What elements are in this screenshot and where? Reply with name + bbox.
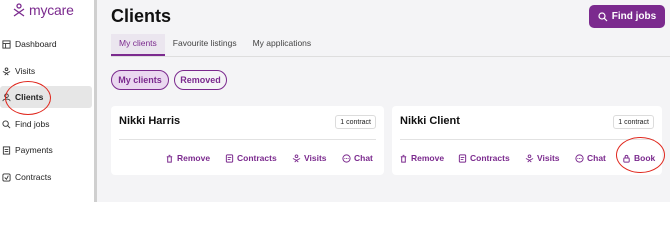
sidebar-item-label: Dashboard	[15, 39, 57, 49]
sidebar-item-visits[interactable]: Visits	[0, 60, 92, 82]
contracts-button[interactable]: Contracts	[225, 151, 277, 165]
visits-label: Visits	[304, 153, 327, 163]
chat-button[interactable]: Chat	[575, 151, 606, 165]
sidebar: mycare Dashboard Visits Clients Find job…	[0, 0, 95, 202]
remove-button[interactable]: Remove	[399, 151, 444, 165]
trash-icon	[400, 154, 407, 163]
sidebar-item-payments[interactable]: Payments	[0, 139, 92, 161]
find-jobs-button[interactable]: Find jobs	[589, 5, 665, 28]
mycare-logo[interactable]: mycare	[12, 2, 74, 18]
visits-icon	[525, 153, 534, 162]
find-jobs-label: Find jobs	[611, 11, 657, 22]
chat-button[interactable]: Chat	[342, 151, 373, 165]
brand-name: mycare	[29, 2, 74, 18]
sidebar-item-contracts[interactable]: Contracts	[0, 166, 92, 188]
chat-label: Chat	[587, 153, 606, 163]
payments-icon	[2, 145, 11, 155]
book-label: Book	[634, 153, 656, 163]
visits-icon	[2, 66, 11, 75]
page-title: Clients	[111, 6, 172, 26]
visits-label: Visits	[537, 153, 560, 163]
client-card: Nikki Client 1 contract Remove Contracts…	[392, 106, 662, 175]
contracts-button[interactable]: Contracts	[458, 151, 510, 165]
sidebar-item-label: Visits	[15, 66, 36, 76]
sidebar-item-dashboard[interactable]: Dashboard	[0, 33, 92, 55]
visits-button[interactable]: Visits	[525, 151, 560, 165]
sidebar-item-clients[interactable]: Clients	[0, 86, 92, 108]
remove-label: Remove	[177, 153, 211, 163]
contract-count-badge: 1 contract	[335, 115, 376, 129]
sidebar-item-label: Find jobs	[15, 119, 50, 129]
tab-bar: My clients Favourite listings My applica…	[111, 34, 319, 56]
sidebar-item-label: Payments	[15, 145, 53, 155]
clients-icon	[2, 92, 11, 101]
tab-my-applications[interactable]: My applications	[245, 34, 320, 56]
contracts-icon	[2, 172, 11, 182]
tabs-divider	[111, 56, 670, 57]
main-content: Clients Find jobs My clients Favourite l…	[97, 0, 670, 202]
lock-icon	[623, 154, 630, 163]
search-icon	[2, 119, 11, 128]
contract-count-badge: 1 contract	[613, 115, 654, 129]
chat-icon	[575, 153, 584, 163]
contract-icon	[458, 153, 467, 163]
sidebar-item-label: Clients	[15, 92, 44, 102]
filter-removed[interactable]: Removed	[174, 70, 227, 90]
visits-icon	[292, 153, 301, 162]
card-divider	[400, 139, 654, 140]
trash-icon	[166, 154, 173, 163]
contracts-label: Contracts	[470, 153, 510, 163]
mycare-logo-icon	[13, 3, 25, 17]
client-card: Nikki Harris 1 contract Remove Contracts…	[111, 106, 384, 175]
card-divider	[119, 139, 376, 140]
visits-button[interactable]: Visits	[292, 151, 327, 165]
tab-favourite-listings[interactable]: Favourite listings	[165, 34, 245, 56]
search-icon	[598, 11, 608, 21]
filter-my-clients[interactable]: My clients	[111, 70, 169, 90]
client-name: Nikki Harris	[119, 115, 181, 127]
client-name: Nikki Client	[400, 115, 460, 127]
remove-label: Remove	[411, 153, 445, 163]
contract-icon	[225, 153, 234, 163]
sidebar-item-label: Contracts	[15, 172, 52, 182]
grid-icon	[2, 39, 11, 49]
sidebar-item-find-jobs[interactable]: Find jobs	[0, 113, 92, 135]
remove-button[interactable]: Remove	[165, 151, 210, 165]
tab-my-clients[interactable]: My clients	[111, 34, 165, 56]
book-button[interactable]: Book	[622, 151, 655, 165]
chat-icon	[342, 153, 351, 163]
contracts-label: Contracts	[237, 153, 277, 163]
chat-label: Chat	[354, 153, 373, 163]
